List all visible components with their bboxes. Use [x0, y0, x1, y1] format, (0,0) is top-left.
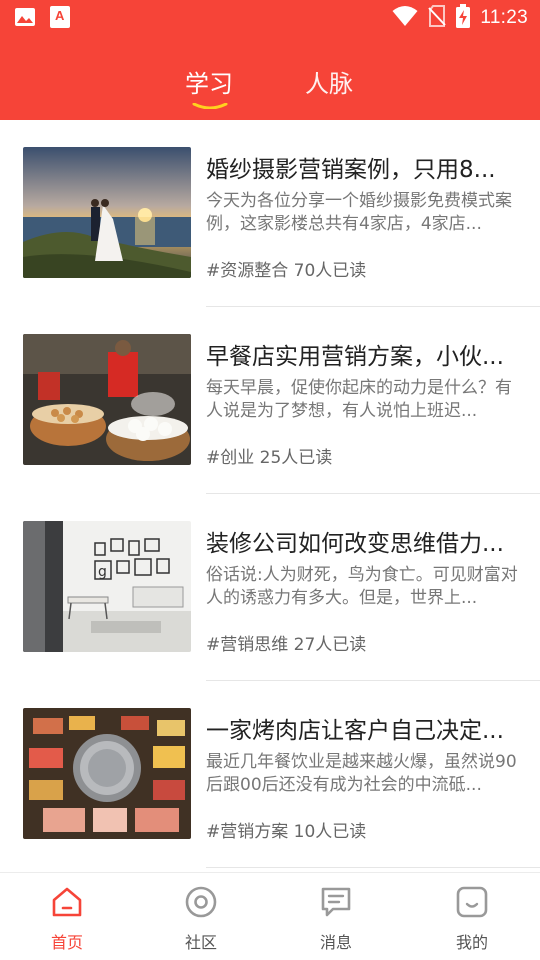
- nav-community-label: 社区: [184, 933, 217, 952]
- article-title: 早餐店实用营销方案，小伙...: [206, 344, 504, 370]
- article-summary: 每天早晨，促使你起床的动力是什么？有人说是为了梦想，有人说怕上班迟...: [206, 378, 512, 421]
- article-title: 一家烤肉店让客户自己决定...: [206, 718, 504, 744]
- message-icon: [319, 885, 353, 919]
- article-summary: 最近几年餐饮业是越来越火爆，虽然说90后跟00后还没有成为社会的中流砥...: [206, 752, 517, 795]
- article-item[interactable]: 一家烤肉店让客户自己决定... 最近几年餐饮业是越来越火爆，虽然说90后跟00后…: [0, 681, 540, 868]
- top-tabs: 学习 人脉: [0, 58, 540, 109]
- article-meta: #营销思维 27人已读: [206, 635, 367, 655]
- nav-home-label: 首页: [50, 933, 83, 952]
- article-thumbnail: [23, 147, 191, 278]
- no-sim-icon: [428, 5, 447, 31]
- nav-community[interactable]: 社区: [156, 883, 246, 955]
- home-icon: [50, 885, 84, 919]
- wifi-icon: [392, 5, 418, 31]
- bottom-navigation: 首页 社区 消息 我的: [0, 872, 540, 960]
- divider: [206, 867, 540, 868]
- app-a-icon: [50, 6, 70, 28]
- status-bar: 11:23: [0, 0, 540, 36]
- article-list: 婚纱摄影营销案例，只用8... 今天为各位分享一个婚纱摄影免费模式案例，这家影楼…: [0, 120, 540, 872]
- article-summary: 俗话说:人为财死，鸟为食亡。可见财富对人的诱惑力有多大。但是，世界上...: [206, 565, 518, 608]
- status-time: 11:23: [480, 7, 528, 28]
- article-meta: #资源整合 70人已读: [206, 261, 367, 281]
- image-icon: [14, 7, 36, 27]
- article-thumbnail: g: [23, 521, 191, 652]
- article-meta: #创业 25人已读: [206, 448, 333, 468]
- article-item[interactable]: 早餐店实用营销方案，小伙... 每天早晨，促使你起床的动力是什么？有人说是为了梦…: [0, 307, 540, 494]
- svg-text:g: g: [98, 564, 107, 580]
- community-icon: [184, 885, 218, 919]
- article-thumbnail: [23, 708, 191, 839]
- nav-mine[interactable]: 我的: [427, 883, 517, 955]
- article-thumbnail: [23, 334, 191, 465]
- battery-charging-icon: [456, 4, 471, 32]
- article-title: 装修公司如何改变思维借力...: [206, 531, 504, 557]
- article-meta: #营销方案 10人已读: [206, 822, 367, 842]
- article-title: 婚纱摄影营销案例，只用8...: [206, 157, 496, 183]
- article-item[interactable]: 婚纱摄影营销案例，只用8... 今天为各位分享一个婚纱摄影免费模式案例，这家影楼…: [0, 120, 540, 307]
- profile-icon: [455, 885, 489, 919]
- active-tab-indicator: [192, 103, 228, 109]
- nav-mine-label: 我的: [455, 933, 488, 952]
- nav-messages-label: 消息: [319, 933, 352, 952]
- tab-network[interactable]: 人脉: [305, 64, 353, 99]
- tab-study[interactable]: 学习: [185, 64, 233, 99]
- nav-messages[interactable]: 消息: [291, 883, 381, 955]
- app-header: 11:23 学习 人脉: [0, 0, 540, 120]
- nav-home[interactable]: 首页: [22, 883, 112, 955]
- article-summary: 今天为各位分享一个婚纱摄影免费模式案例，这家影楼总共有4家店，4家店...: [206, 191, 512, 234]
- article-item[interactable]: g 装修公司如何改变思维借力... 俗话说:人为财死，鸟为食亡。可见财富对人的诱…: [0, 494, 540, 681]
